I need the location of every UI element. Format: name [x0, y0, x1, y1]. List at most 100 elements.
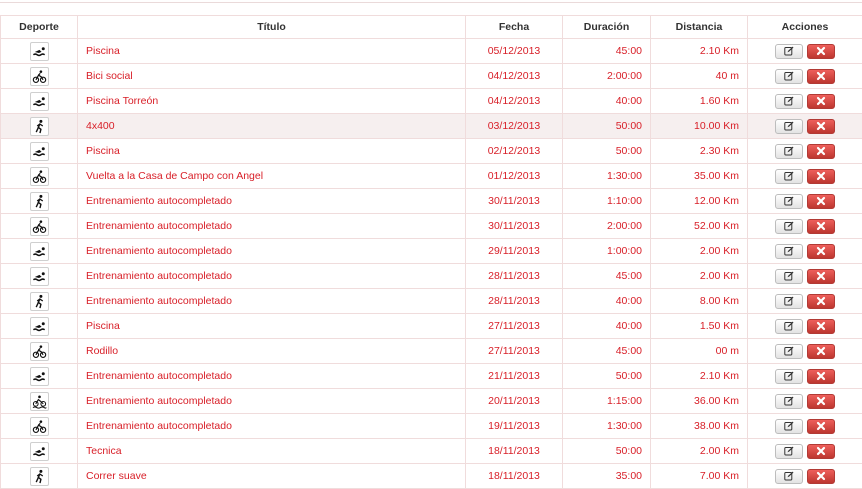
delete-button[interactable] [807, 469, 835, 484]
workout-distance[interactable]: 2.00 Km [651, 264, 748, 289]
delete-button[interactable] [807, 319, 835, 334]
workout-title-link[interactable]: Rodillo [78, 339, 466, 364]
workout-title-link[interactable]: 4x400 [78, 114, 466, 139]
workout-title-link[interactable]: Tecnica [78, 439, 466, 464]
delete-button[interactable] [807, 119, 835, 134]
header-fecha[interactable]: Fecha [466, 16, 563, 39]
workout-distance[interactable]: 10.00 Km [651, 114, 748, 139]
edit-button[interactable] [775, 69, 803, 84]
workout-duration[interactable]: 45:00 [563, 339, 651, 364]
workout-duration[interactable]: 1:10:00 [563, 189, 651, 214]
delete-button[interactable] [807, 444, 835, 459]
workout-date[interactable]: 01/12/2013 [466, 164, 563, 189]
workout-title-link[interactable]: Piscina [78, 314, 466, 339]
delete-button[interactable] [807, 344, 835, 359]
edit-button[interactable] [775, 319, 803, 334]
delete-button[interactable] [807, 169, 835, 184]
workout-date[interactable]: 18/11/2013 [466, 464, 563, 489]
delete-button[interactable] [807, 294, 835, 309]
workout-distance[interactable]: 7.00 Km [651, 464, 748, 489]
edit-button[interactable] [775, 294, 803, 309]
workout-distance[interactable]: 2.10 Km [651, 39, 748, 64]
edit-button[interactable] [775, 444, 803, 459]
edit-button[interactable] [775, 469, 803, 484]
edit-button[interactable] [775, 419, 803, 434]
edit-button[interactable] [775, 394, 803, 409]
workout-date[interactable]: 28/11/2013 [466, 264, 563, 289]
workout-duration[interactable]: 50:00 [563, 139, 651, 164]
workout-date[interactable]: 02/12/2013 [466, 139, 563, 164]
workout-duration[interactable]: 50:00 [563, 364, 651, 389]
edit-button[interactable] [775, 194, 803, 209]
workout-distance[interactable]: 2.00 Km [651, 239, 748, 264]
workout-distance[interactable]: 2.00 Km [651, 439, 748, 464]
workout-title-link[interactable]: Piscina [78, 139, 466, 164]
workout-title-link[interactable]: Entrenamiento autocompletado [78, 289, 466, 314]
workout-date[interactable]: 05/12/2013 [466, 39, 563, 64]
workout-date[interactable]: 21/11/2013 [466, 364, 563, 389]
workout-distance[interactable]: 1.60 Km [651, 89, 748, 114]
workout-duration[interactable]: 35:00 [563, 464, 651, 489]
delete-button[interactable] [807, 144, 835, 159]
workout-distance[interactable]: 1.50 Km [651, 314, 748, 339]
workout-distance[interactable]: 00 m [651, 339, 748, 364]
workout-title-link[interactable]: Piscina Torreón [78, 89, 466, 114]
workout-title-link[interactable]: Piscina [78, 39, 466, 64]
edit-button[interactable] [775, 244, 803, 259]
workout-date[interactable]: 04/12/2013 [466, 89, 563, 114]
workout-duration[interactable]: 2:00:00 [563, 214, 651, 239]
header-deporte[interactable]: Deporte [1, 16, 78, 39]
workout-date[interactable]: 29/11/2013 [466, 239, 563, 264]
workout-title-link[interactable]: Bici social [78, 64, 466, 89]
workout-distance[interactable]: 35.00 Km [651, 164, 748, 189]
workout-date[interactable]: 27/11/2013 [466, 314, 563, 339]
workout-title-link[interactable]: Entrenamiento autocompletado [78, 239, 466, 264]
edit-button[interactable] [775, 269, 803, 284]
workout-duration[interactable]: 50:00 [563, 439, 651, 464]
workout-title-link[interactable]: Entrenamiento autocompletado [78, 214, 466, 239]
edit-button[interactable] [775, 344, 803, 359]
workout-date[interactable]: 19/11/2013 [466, 414, 563, 439]
workout-duration[interactable]: 40:00 [563, 89, 651, 114]
delete-button[interactable] [807, 219, 835, 234]
workout-date[interactable]: 27/11/2013 [466, 339, 563, 364]
workout-duration[interactable]: 50:00 [563, 114, 651, 139]
delete-button[interactable] [807, 94, 835, 109]
workout-distance[interactable]: 40 m [651, 64, 748, 89]
delete-button[interactable] [807, 194, 835, 209]
workout-distance[interactable]: 8.00 Km [651, 289, 748, 314]
workout-distance[interactable]: 2.10 Km [651, 364, 748, 389]
workout-duration[interactable]: 45:00 [563, 39, 651, 64]
workout-date[interactable]: 30/11/2013 [466, 189, 563, 214]
header-distancia[interactable]: Distancia [651, 16, 748, 39]
workout-distance[interactable]: 52.00 Km [651, 214, 748, 239]
delete-button[interactable] [807, 269, 835, 284]
workout-distance[interactable]: 36.00 Km [651, 389, 748, 414]
edit-button[interactable] [775, 94, 803, 109]
workout-date[interactable]: 28/11/2013 [466, 289, 563, 314]
workout-date[interactable]: 30/11/2013 [466, 214, 563, 239]
delete-button[interactable] [807, 369, 835, 384]
workout-duration[interactable]: 40:00 [563, 314, 651, 339]
edit-button[interactable] [775, 44, 803, 59]
edit-button[interactable] [775, 119, 803, 134]
workout-distance[interactable]: 12.00 Km [651, 189, 748, 214]
workout-title-link[interactable]: Entrenamiento autocompletado [78, 189, 466, 214]
workout-title-link[interactable]: Correr suave [78, 464, 466, 489]
workout-date[interactable]: 04/12/2013 [466, 64, 563, 89]
workout-title-link[interactable]: Entrenamiento autocompletado [78, 389, 466, 414]
workout-duration[interactable]: 40:00 [563, 289, 651, 314]
workout-title-link[interactable]: Vuelta a la Casa de Campo con Angel [78, 164, 466, 189]
workout-duration[interactable]: 1:30:00 [563, 164, 651, 189]
workout-distance[interactable]: 2.30 Km [651, 139, 748, 164]
workout-duration[interactable]: 1:15:00 [563, 389, 651, 414]
workout-date[interactable]: 03/12/2013 [466, 114, 563, 139]
workout-duration[interactable]: 1:30:00 [563, 414, 651, 439]
workout-distance[interactable]: 38.00 Km [651, 414, 748, 439]
workout-title-link[interactable]: Entrenamiento autocompletado [78, 264, 466, 289]
workout-date[interactable]: 20/11/2013 [466, 389, 563, 414]
edit-button[interactable] [775, 144, 803, 159]
delete-button[interactable] [807, 44, 835, 59]
delete-button[interactable] [807, 419, 835, 434]
header-titulo[interactable]: Título [78, 16, 466, 39]
